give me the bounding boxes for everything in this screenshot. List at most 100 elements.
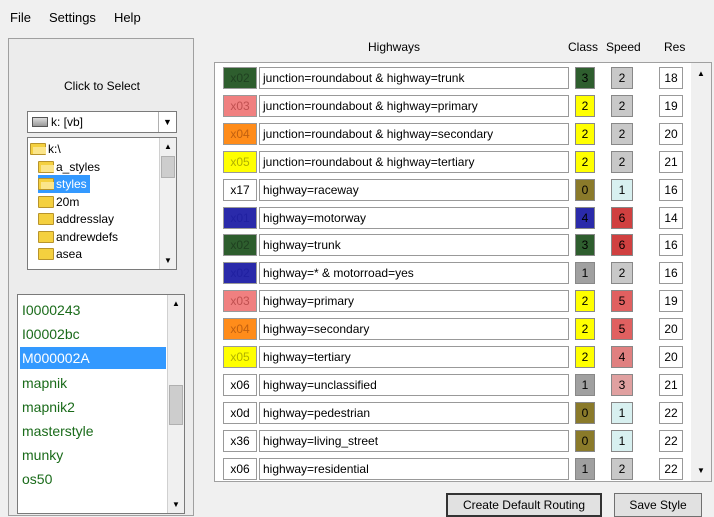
style-list-item[interactable]: I00002bc xyxy=(20,323,166,345)
class-cell[interactable]: 4 xyxy=(575,206,595,229)
res-field[interactable]: 18 xyxy=(659,67,683,89)
highway-code-cell[interactable]: x04 xyxy=(223,318,257,341)
scroll-thumb[interactable] xyxy=(161,156,175,178)
speed-cell[interactable]: 4 xyxy=(611,346,633,368)
highway-rule-field[interactable]: highway=raceway xyxy=(259,178,569,201)
speed-cell[interactable]: 2 xyxy=(611,94,633,117)
highway-rule-field[interactable]: junction=roundabout & highway=tertiary xyxy=(259,150,569,173)
highway-rule-field[interactable]: junction=roundabout & highway=secondary xyxy=(259,122,569,145)
res-field[interactable]: 22 xyxy=(659,401,683,424)
highway-code-cell[interactable]: x04 xyxy=(223,122,257,145)
res-field[interactable]: 16 xyxy=(659,178,683,201)
highway-rule-field[interactable]: highway=tertiary xyxy=(259,346,569,368)
speed-cell[interactable]: 2 xyxy=(611,67,633,89)
speed-cell[interactable]: 5 xyxy=(611,318,633,341)
class-cell[interactable]: 2 xyxy=(575,346,595,368)
highway-rule-field[interactable]: highway=* & motorroad=yes xyxy=(259,262,569,285)
highway-code-cell[interactable]: x06 xyxy=(223,457,257,480)
directory-scrollbar[interactable]: ▲ ▼ xyxy=(159,138,176,269)
highway-rule-field[interactable]: highway=pedestrian xyxy=(259,401,569,424)
speed-cell[interactable]: 3 xyxy=(611,373,633,396)
highway-code-cell[interactable]: x03 xyxy=(223,94,257,117)
res-field[interactable]: 20 xyxy=(659,122,683,145)
highway-rule-field[interactable]: highway=secondary xyxy=(259,318,569,341)
res-field[interactable]: 21 xyxy=(659,373,683,396)
style-list[interactable]: ▲ ▼ I0000243 I00002bc M000002A mapnik mapnik… xyxy=(17,294,185,514)
class-cell[interactable]: 1 xyxy=(575,373,595,396)
res-field[interactable]: 14 xyxy=(659,206,683,229)
directory-list[interactable]: ▲ ▼ k:\ a_styles styles 20m addresslay andrew… xyxy=(27,137,177,270)
highway-rule-field[interactable]: highway=motorway xyxy=(259,206,569,229)
chevron-down-icon[interactable]: ▼ xyxy=(158,112,176,132)
res-field[interactable]: 21 xyxy=(659,150,683,173)
class-cell[interactable]: 2 xyxy=(575,94,595,117)
speed-cell[interactable]: 1 xyxy=(611,429,633,452)
class-cell[interactable]: 0 xyxy=(575,401,595,424)
class-cell[interactable]: 2 xyxy=(575,122,595,145)
class-cell[interactable]: 0 xyxy=(575,178,595,201)
class-cell[interactable]: 2 xyxy=(575,318,595,341)
highway-rule-field[interactable]: highway=primary xyxy=(259,290,569,313)
speed-cell[interactable]: 2 xyxy=(611,150,633,173)
scroll-down-icon[interactable]: ▼ xyxy=(168,496,184,513)
highway-code-cell[interactable]: x05 xyxy=(223,346,257,368)
menu-settings[interactable]: Settings xyxy=(47,8,98,27)
highway-code-cell[interactable]: x36 xyxy=(223,429,257,452)
directory-item[interactable]: k:\ xyxy=(30,140,61,158)
create-default-routing-button[interactable]: Create Default Routing xyxy=(446,493,602,517)
highway-code-cell[interactable]: x17 xyxy=(223,178,257,201)
class-cell[interactable]: 0 xyxy=(575,429,595,452)
highway-rule-field[interactable]: junction=roundabout & highway=trunk xyxy=(259,67,569,89)
speed-cell[interactable]: 2 xyxy=(611,262,633,285)
directory-item[interactable]: addresslay xyxy=(38,210,114,228)
class-cell[interactable]: 2 xyxy=(575,150,595,173)
speed-cell[interactable]: 6 xyxy=(611,234,633,257)
class-cell[interactable]: 3 xyxy=(575,67,595,89)
res-field[interactable]: 19 xyxy=(659,290,683,313)
class-cell[interactable]: 3 xyxy=(575,234,595,257)
directory-item[interactable]: styles xyxy=(38,175,90,193)
scroll-thumb[interactable] xyxy=(169,385,183,425)
highway-code-cell[interactable]: x0d xyxy=(223,401,257,424)
highway-code-cell[interactable]: x03 xyxy=(223,290,257,313)
class-cell[interactable]: 1 xyxy=(575,262,595,285)
class-cell[interactable]: 2 xyxy=(575,290,595,313)
highway-rule-field[interactable]: highway=unclassified xyxy=(259,373,569,396)
highway-code-cell[interactable]: x02 xyxy=(223,234,257,257)
speed-cell[interactable]: 1 xyxy=(611,178,633,201)
style-list-item[interactable]: mapnik xyxy=(20,372,166,394)
highway-code-cell[interactable]: x02 xyxy=(223,262,257,285)
directory-item[interactable]: a_styles xyxy=(38,158,100,176)
directory-item[interactable]: 20m xyxy=(38,193,79,211)
highway-rule-field[interactable]: highway=trunk xyxy=(259,234,569,257)
scroll-up-icon[interactable]: ▲ xyxy=(160,138,176,155)
highway-code-cell[interactable]: x02 xyxy=(223,67,257,89)
style-list-item[interactable]: masterstyle xyxy=(20,420,166,442)
directory-item[interactable]: asea xyxy=(38,245,82,263)
scroll-up-icon[interactable]: ▲ xyxy=(168,295,184,312)
style-list-item[interactable]: M000002A xyxy=(20,347,166,370)
style-list-scrollbar[interactable]: ▲ ▼ xyxy=(167,295,184,513)
style-list-item[interactable]: os50 xyxy=(20,468,166,490)
highway-code-cell[interactable]: x06 xyxy=(223,373,257,396)
speed-cell[interactable]: 5 xyxy=(611,290,633,313)
style-list-item[interactable]: I0000243 xyxy=(20,299,166,321)
menu-file[interactable]: File xyxy=(8,8,33,27)
res-field[interactable]: 20 xyxy=(659,346,683,368)
res-field[interactable]: 16 xyxy=(659,262,683,285)
highway-code-cell[interactable]: x01 xyxy=(223,206,257,229)
menu-help[interactable]: Help xyxy=(112,8,143,27)
drive-select[interactable]: k: [vb] ▼ xyxy=(27,111,177,133)
highway-code-cell[interactable]: x05 xyxy=(223,150,257,173)
style-list-item[interactable]: munky xyxy=(20,444,166,466)
scroll-down-icon[interactable]: ▼ xyxy=(160,252,176,269)
res-field[interactable]: 22 xyxy=(659,429,683,452)
highway-rule-field[interactable]: highway=residential xyxy=(259,457,569,480)
style-list-item[interactable]: mapnik2 xyxy=(20,396,166,418)
res-field[interactable]: 19 xyxy=(659,94,683,117)
highway-rule-field[interactable]: junction=roundabout & highway=primary xyxy=(259,94,569,117)
speed-cell[interactable]: 2 xyxy=(611,122,633,145)
speed-cell[interactable]: 1 xyxy=(611,401,633,424)
res-field[interactable]: 20 xyxy=(659,318,683,341)
speed-cell[interactable]: 2 xyxy=(611,457,633,480)
